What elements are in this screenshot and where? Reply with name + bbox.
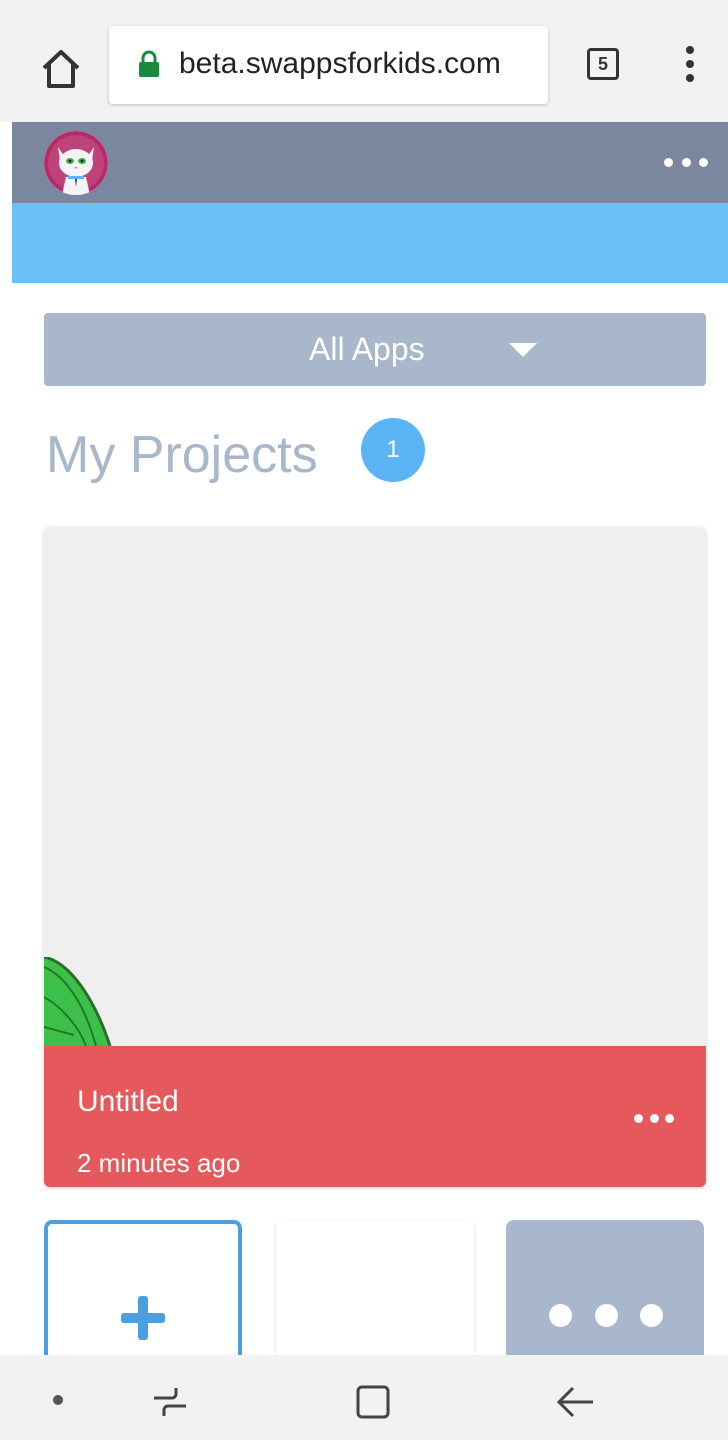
back-icon[interactable]: [555, 1382, 597, 1422]
address-bar[interactable]: beta.swappsforkids.com: [109, 26, 548, 104]
apps-filter-dropdown[interactable]: All Apps: [44, 313, 706, 386]
browser-toolbar: beta.swappsforkids.com 5: [0, 0, 728, 122]
app-header: [12, 122, 728, 203]
apps-filter-label: All Apps: [309, 331, 425, 367]
lock-icon: [139, 50, 159, 77]
header-more-icon[interactable]: [664, 156, 708, 168]
page-title: My Projects: [46, 426, 318, 484]
project-thumbnail: [44, 527, 706, 1047]
hero-band: [12, 203, 728, 283]
project-card[interactable]: Untitled 2 minutes ago: [44, 527, 706, 1187]
project-more-icon[interactable]: [634, 1113, 674, 1123]
overflow-menu-icon[interactable]: [675, 46, 705, 86]
home-nav-icon[interactable]: [353, 1382, 393, 1422]
tabs-icon[interactable]: 5: [587, 48, 619, 80]
plus-icon: [121, 1296, 165, 1340]
nav-indicator-dot: [53, 1395, 63, 1405]
recent-apps-icon[interactable]: [150, 1382, 190, 1422]
home-icon[interactable]: [38, 46, 84, 92]
system-nav-bar: [0, 1355, 728, 1440]
project-card-footer: Untitled 2 minutes ago: [44, 1046, 706, 1187]
url-text: beta.swappsforkids.com: [179, 47, 501, 80]
more-dots-icon: [549, 1304, 663, 1328]
project-name: Untitled: [77, 1085, 179, 1118]
chevron-down-icon: [509, 343, 537, 357]
project-count-badge: 1: [361, 418, 425, 482]
avatar[interactable]: [44, 131, 108, 195]
avatar-cat: [44, 131, 108, 195]
turtle-shell-graphic: [44, 957, 112, 1047]
project-updated-time: 2 minutes ago: [77, 1148, 241, 1178]
